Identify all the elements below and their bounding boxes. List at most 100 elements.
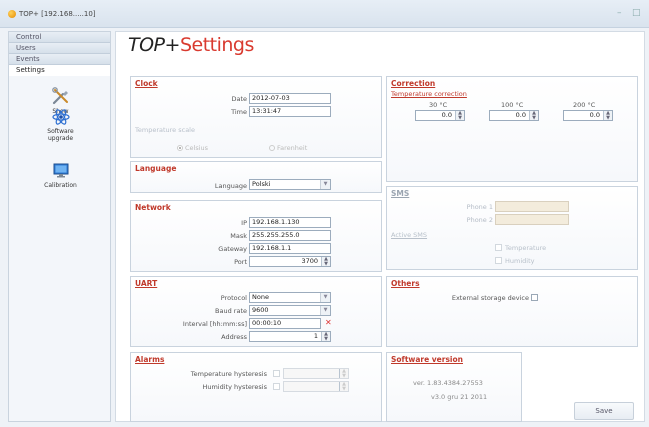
temperature-correction-label: Temperature correction (391, 90, 467, 98)
app-logo-icon (8, 10, 16, 18)
baud-rate-select[interactable]: 9600 ▼ (249, 305, 331, 316)
maximize-button[interactable]: □ (632, 8, 641, 18)
protocol-select[interactable]: None ▼ (249, 292, 331, 303)
sidebar-item-events[interactable]: Events (9, 54, 110, 65)
sms-humidity-checkbox[interactable] (495, 257, 502, 264)
correction-panel: Correction Temperature correction 30 °C … (386, 76, 638, 182)
correction-200-spinner-icon[interactable]: ▲ ▼ (603, 111, 612, 120)
uart-panel: UART Protocol None ▼ Baud rate 9600 ▼ In… (130, 276, 382, 347)
sidebar-item-users[interactable]: Users (9, 43, 110, 54)
sidebar-item-control[interactable]: Control (9, 32, 110, 43)
celsius-label: Celsius (185, 144, 209, 152)
network-title: Network (135, 203, 171, 212)
correction-30-spinner-icon[interactable]: ▲ ▼ (455, 111, 464, 120)
sidebar: Control Users Events Settings Show Softw… (8, 31, 111, 422)
baud-rate-value: 9600 (252, 306, 269, 314)
address-field[interactable]: 1 ▲ ▼ (249, 331, 331, 342)
phone1-label: Phone 1 (466, 203, 493, 211)
page-title-section: Settings (179, 34, 254, 56)
mask-field[interactable]: 255.255.255.0 (249, 230, 331, 241)
temperature-hysteresis-checkbox[interactable] (273, 370, 280, 377)
chevron-down-icon: ▼ (320, 180, 330, 189)
port-field[interactable]: 3700 ▲ ▼ (249, 256, 331, 267)
baud-rate-label: Baud rate (215, 307, 247, 315)
save-button[interactable]: Save (574, 402, 634, 420)
atom-icon (51, 109, 70, 125)
network-panel: Network IP 192.168.1.130 Mask 255.255.25… (130, 200, 382, 272)
humidity-hysteresis-checkbox[interactable] (273, 383, 280, 390)
sidebar-item-settings[interactable]: Settings (9, 65, 110, 76)
language-select[interactable]: Polski ▼ (249, 179, 331, 190)
clear-interval-icon[interactable]: ✕ (325, 318, 332, 327)
protocol-value: None (252, 293, 269, 301)
time-label: Time (231, 108, 247, 116)
sms-temperature-checkbox[interactable] (495, 244, 502, 251)
temperature-hysteresis-field[interactable]: ▲ ▼ (283, 368, 349, 379)
interval-label: Interval [hh:mm:ss] (182, 320, 247, 328)
correction-100-value: 0.0 (515, 111, 526, 119)
window-title: TOP+ [192.168.....10] (19, 10, 96, 18)
software-version-number: ver. 1.83.4384.27553 (413, 379, 483, 387)
correction-200-field[interactable]: 0.0 ▲ ▼ (563, 110, 613, 121)
correction-100-field[interactable]: 0.0 ▲ ▼ (489, 110, 539, 121)
address-spinner-icon[interactable]: ▲ ▼ (321, 332, 330, 341)
port-label: Port (234, 258, 247, 266)
humidity-hysteresis-spinner-icon[interactable]: ▲ ▼ (339, 382, 348, 391)
phone2-field[interactable] (495, 214, 569, 225)
correction-title: Correction (391, 79, 436, 88)
alarms-title: Alarms (135, 355, 165, 364)
correction-30-value: 0.0 (441, 111, 452, 119)
active-sms-label: Active SMS (391, 231, 428, 239)
clock-panel: Clock Date 2012-07-03 Time 13:31:47 Temp… (130, 76, 382, 158)
humidity-hysteresis-field[interactable]: ▲ ▼ (283, 381, 349, 392)
ip-field[interactable]: 192.168.1.130 (249, 217, 331, 228)
address-label: Address (221, 333, 247, 341)
correction-100-spinner-icon[interactable]: ▲ ▼ (529, 111, 538, 120)
sidebar-tool-software-upgrade[interactable]: Software upgrade (9, 108, 112, 142)
sms-title: SMS (391, 189, 410, 198)
interval-field[interactable]: 00:00:10 (249, 318, 321, 329)
fahrenheit-label: Farenheit (277, 144, 308, 152)
date-field[interactable]: 2012-07-03 (249, 93, 331, 104)
correction-200-value: 0.0 (589, 111, 600, 119)
sms-humidity-label: Humidity (505, 257, 535, 265)
language-title: Language (135, 164, 177, 173)
uart-title: UART (135, 279, 158, 288)
clock-title: Clock (135, 79, 158, 88)
correction-200-label: 200 °C (573, 101, 596, 109)
language-label: Language (214, 182, 247, 190)
tool-label-calibration: Calibration (44, 182, 77, 189)
chevron-down-icon: ▼ (320, 293, 330, 302)
gateway-field[interactable]: 192.168.1.1 (249, 243, 331, 254)
others-title: Others (391, 279, 420, 288)
sms-panel: SMS Phone 1 Phone 2 Active SMS Temperatu… (386, 186, 638, 270)
phone1-field[interactable] (495, 201, 569, 212)
external-storage-checkbox[interactable] (531, 294, 538, 301)
celsius-radio[interactable]: Celsius (177, 144, 208, 152)
fahrenheit-radio[interactable]: Farenheit (269, 144, 307, 152)
temperature-hysteresis-spinner-icon[interactable]: ▲ ▼ (339, 369, 348, 378)
software-version-panel: Software version ver. 1.83.4384.27553 v3… (386, 352, 522, 422)
tools-icon (51, 87, 68, 105)
title-bar: TOP+ [192.168.....10] – □ (0, 0, 649, 28)
tool-label-software-upgrade: Software upgrade (47, 128, 74, 142)
gateway-label: Gateway (218, 245, 247, 253)
others-panel: Others External storage device (386, 276, 638, 347)
external-storage-label: External storage device (451, 294, 529, 302)
port-spinner-icon[interactable]: ▲ ▼ (321, 257, 330, 266)
minimize-button[interactable]: – (617, 8, 622, 18)
phone2-label: Phone 2 (466, 216, 493, 224)
monitor-icon (53, 163, 68, 178)
date-label: Date (231, 95, 247, 103)
chevron-down-icon: ▼ (320, 306, 330, 315)
language-value: Polski (252, 180, 271, 188)
ip-label: IP (241, 219, 247, 227)
time-field[interactable]: 13:31:47 (249, 106, 331, 117)
port-value: 3700 (301, 257, 318, 265)
language-panel: Language Language Polski ▼ (130, 161, 382, 193)
sidebar-tool-calibration[interactable]: Calibration (9, 162, 112, 189)
protocol-label: Protocol (220, 294, 247, 302)
app-window: TOP+ [192.168.....10] – □ Control Users … (0, 0, 649, 427)
temperature-hysteresis-label: Temperature hysteresis (190, 370, 267, 378)
correction-30-field[interactable]: 0.0 ▲ ▼ (415, 110, 465, 121)
